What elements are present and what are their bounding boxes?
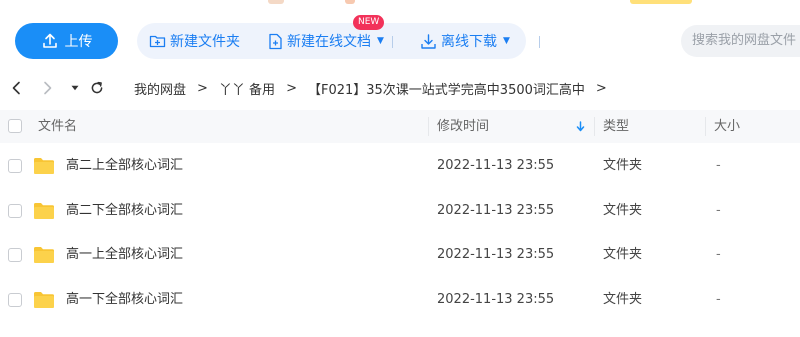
breadcrumb-separator: > [286,80,297,96]
file-name[interactable]: 高一上全部核心词汇 [66,233,183,277]
breadcrumb-separator: > [595,80,607,96]
new-folder-icon [149,33,166,49]
forward-arrow-icon[interactable] [38,76,58,100]
history-dropdown-icon[interactable] [65,76,85,100]
file-type: 文件夹 [603,247,643,262]
select-all-checkbox[interactable] [8,119,22,133]
new-folder-label: 新建文件夹 [170,34,240,50]
upload-label: 上传 [64,34,93,50]
modified-time: 2022-11-13 23:55 [437,203,555,218]
file-name[interactable]: 高二下全部核心词汇 [66,189,183,233]
file-type: 文件夹 [603,203,643,218]
column-header-name[interactable]: 文件名 [38,110,77,143]
row-checkbox[interactable] [8,204,22,218]
column-divider [428,117,429,136]
new-folder-button[interactable]: 新建文件夹 [149,23,240,59]
table-row[interactable]: 高二下全部核心词汇 2022-11-13 23:55 文件夹 - [0,189,800,233]
download-icon [420,33,437,50]
file-size: - [716,247,721,262]
row-checkbox[interactable] [8,293,22,307]
upload-button[interactable]: 上传 [15,23,118,59]
column-divider [705,117,706,136]
offline-download-button[interactable]: 离线下载 ▼ [420,23,510,59]
new-doc-icon [268,33,283,50]
new-online-doc-label: 新建在线文档 [287,34,371,50]
refresh-icon[interactable] [87,76,107,100]
file-name[interactable]: 高二上全部核心词汇 [66,144,183,188]
divider [392,36,393,48]
table-header: 文件名 修改时间 类型 大小 [0,110,800,143]
chevron-down-icon: ▼ [503,36,510,46]
column-header-mtime[interactable]: 修改时间 [437,110,489,143]
row-checkbox[interactable] [8,159,22,173]
folder-icon [33,157,55,179]
divider [539,36,540,48]
table-row[interactable]: 高一上全部核心词汇 2022-11-13 23:55 文件夹 - [0,233,800,277]
breadcrumb-item-root[interactable]: 我的网盘 [134,79,186,98]
row-checkbox[interactable] [8,248,22,262]
column-header-type[interactable]: 类型 [603,110,629,143]
chevron-down-icon: ▼ [377,36,384,46]
modified-time: 2022-11-13 23:55 [437,292,555,307]
toolbar: 上传 新建文件夹 新建在线文档 ▼ 离线下载 ▼ NEW 搜索我的网盘文件 [0,14,800,66]
breadcrumb: 我的网盘 > 丫丫 备用 > 【F021】35次课一站式学完高中3500词汇高中… [134,74,618,102]
folder-icon [33,291,55,313]
table-row[interactable]: 高二上全部核心词汇 2022-11-13 23:55 文件夹 - [0,144,800,188]
action-group: 新建文件夹 新建在线文档 ▼ 离线下载 ▼ NEW [137,15,540,59]
column-divider [594,117,595,136]
folder-icon [33,246,55,268]
upload-icon [41,32,59,50]
file-type: 文件夹 [603,158,643,173]
file-name[interactable]: 高一下全部核心词汇 [66,278,183,322]
decoration-blob [345,0,355,4]
decoration-blob [268,0,284,4]
breadcrumb-item-folder[interactable]: 丫丫 备用 [219,79,275,98]
file-type: 文件夹 [603,292,643,307]
table-row[interactable]: 高一下全部核心词汇 2022-11-13 23:55 文件夹 - [0,278,800,322]
new-badge: NEW [353,15,385,30]
decoration-blob [630,0,692,4]
file-size: - [716,158,721,173]
breadcrumb-item-current[interactable]: 【F021】35次课一站式学完高中3500词汇高中 [308,79,585,98]
folder-icon [33,202,55,224]
navigation-bar: 我的网盘 > 丫丫 备用 > 【F021】35次课一站式学完高中3500词汇高中… [0,74,800,102]
file-size: - [716,203,721,218]
breadcrumb-separator: > [197,80,208,96]
modified-time: 2022-11-13 23:55 [437,158,555,173]
search-input[interactable]: 搜索我的网盘文件 [681,25,800,57]
column-header-size[interactable]: 大小 [714,110,740,143]
sort-desc-icon[interactable] [576,121,585,136]
modified-time: 2022-11-13 23:55 [437,247,555,262]
file-size: - [716,292,721,307]
back-arrow-icon[interactable] [6,76,26,100]
top-decoration [0,0,800,6]
offline-download-label: 离线下载 [441,34,497,50]
